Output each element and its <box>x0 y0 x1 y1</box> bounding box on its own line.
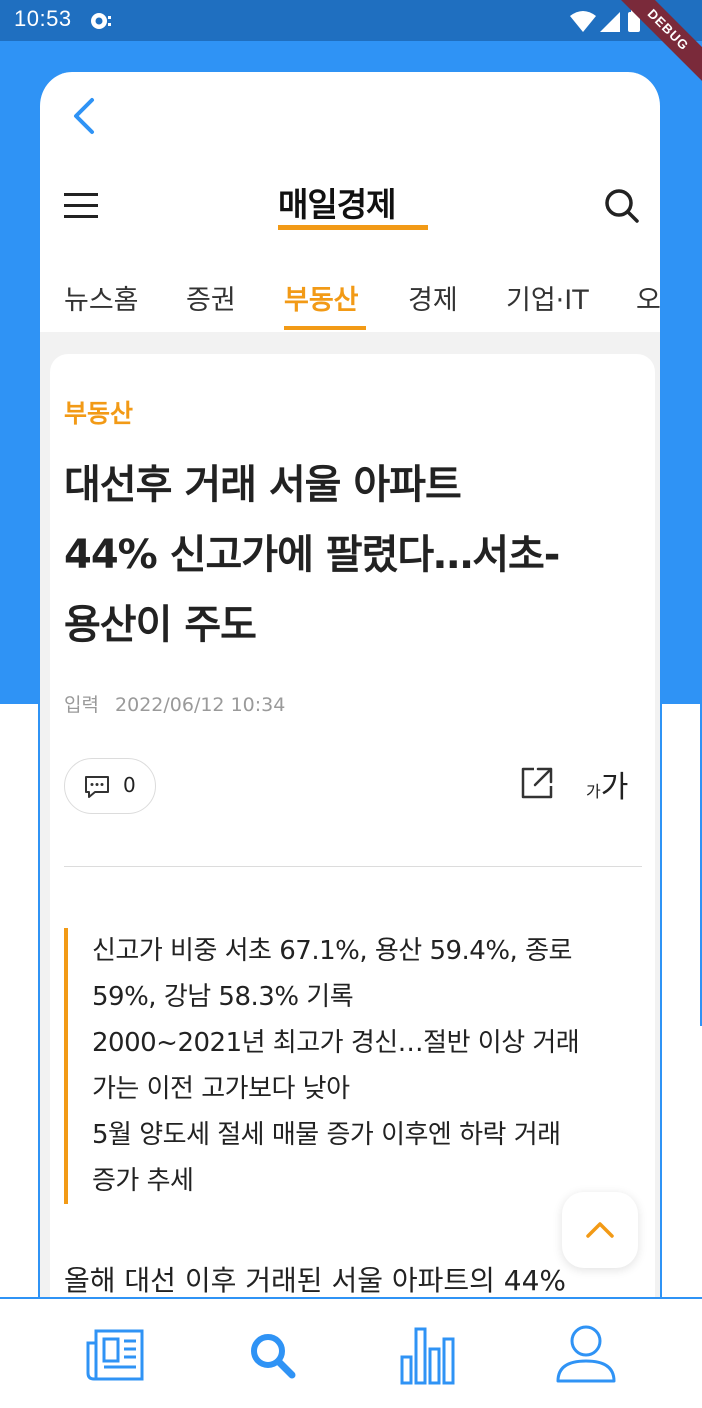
font-size-large: 가 <box>600 770 629 805</box>
active-tab-indicator <box>284 326 366 330</box>
status-bar: 10:53 DEBUG <box>0 0 702 96</box>
headline-line: 44% 신고가에 팔렸다…서초- <box>64 532 560 578</box>
tab-economy[interactable]: 경제 <box>408 278 458 317</box>
logo-underline <box>278 225 428 230</box>
newspaper-icon <box>86 1329 144 1381</box>
tab-news-home[interactable]: 뉴스홈 <box>64 278 139 317</box>
publish-datetime: 2022/06/12 10:34 <box>115 694 286 716</box>
tab-business-it[interactable]: 기업·IT <box>506 278 589 317</box>
nav-stats[interactable] <box>396 1323 460 1387</box>
comment-button[interactable]: 0 <box>64 758 156 814</box>
summary-line: 2000~2021년 최고가 경신…절반 이상 거래 <box>92 1028 580 1058</box>
summary-line: 5월 양도세 절세 매물 증가 이후엔 하락 거래 <box>92 1120 561 1150</box>
article-summary: 신고가 비중 서초 67.1%, 용산 59.4%, 종로 59%, 강남 58… <box>64 928 644 1204</box>
search-icon <box>605 189 639 223</box>
back-button[interactable] <box>66 94 106 138</box>
font-size-button[interactable]: 가가 <box>586 762 629 805</box>
article-headline: 대선후 거래 서울 아파트 44% 신고가에 팔렸다…서초- 용산이 주도 <box>64 450 649 660</box>
site-logo[interactable]: 매일경제 <box>278 178 396 226</box>
tab-stocks[interactable]: 증권 <box>186 278 236 317</box>
signal-icon <box>600 12 620 32</box>
article-category[interactable]: 부동산 <box>64 394 133 430</box>
summary-line: 가는 이전 고가보다 낮아 <box>92 1074 350 1104</box>
headline-line: 용산이 주도 <box>64 602 257 648</box>
status-time: 10:53 <box>14 6 72 31</box>
bottom-navigation <box>0 1297 702 1408</box>
headline-line: 대선후 거래 서울 아파트 <box>64 462 462 508</box>
wifi-icon <box>570 11 596 32</box>
comment-icon <box>85 776 109 798</box>
font-size-small: 가 <box>586 782 601 801</box>
notification-icon <box>89 10 115 32</box>
meta-label: 입력 <box>64 694 99 716</box>
summary-line: 59%, 강남 58.3% 기록 <box>92 982 354 1012</box>
comment-count: 0 <box>123 773 136 797</box>
nav-news[interactable] <box>82 1323 146 1387</box>
nav-profile[interactable] <box>554 1323 618 1387</box>
summary-line: 증가 추세 <box>92 1166 194 1196</box>
hamburger-menu-icon <box>64 193 98 218</box>
tab-real-estate[interactable]: 부동산 <box>284 278 359 317</box>
summary-line: 신고가 비중 서초 67.1%, 용산 59.4%, 종로 <box>92 936 572 966</box>
share-button[interactable] <box>518 764 556 802</box>
article-meta: 입력 2022/06/12 10:34 <box>64 690 285 717</box>
search-icon <box>251 1334 296 1379</box>
masthead: 매일경제 <box>40 172 660 242</box>
chevron-up-icon <box>586 1222 614 1238</box>
menu-button[interactable] <box>64 190 100 222</box>
nav-search[interactable] <box>240 1323 304 1387</box>
tab-more[interactable]: 오 <box>636 278 660 317</box>
section-tabs: 뉴스홈 증권 부동산 경제 기업·IT 오 <box>40 272 660 332</box>
share-icon <box>521 767 553 799</box>
search-button[interactable] <box>602 186 642 226</box>
divider <box>64 866 642 867</box>
chevron-left-icon <box>74 98 94 134</box>
scroll-to-top-button[interactable] <box>562 1192 638 1268</box>
bar-chart-icon <box>400 1327 455 1385</box>
user-icon <box>556 1325 616 1383</box>
